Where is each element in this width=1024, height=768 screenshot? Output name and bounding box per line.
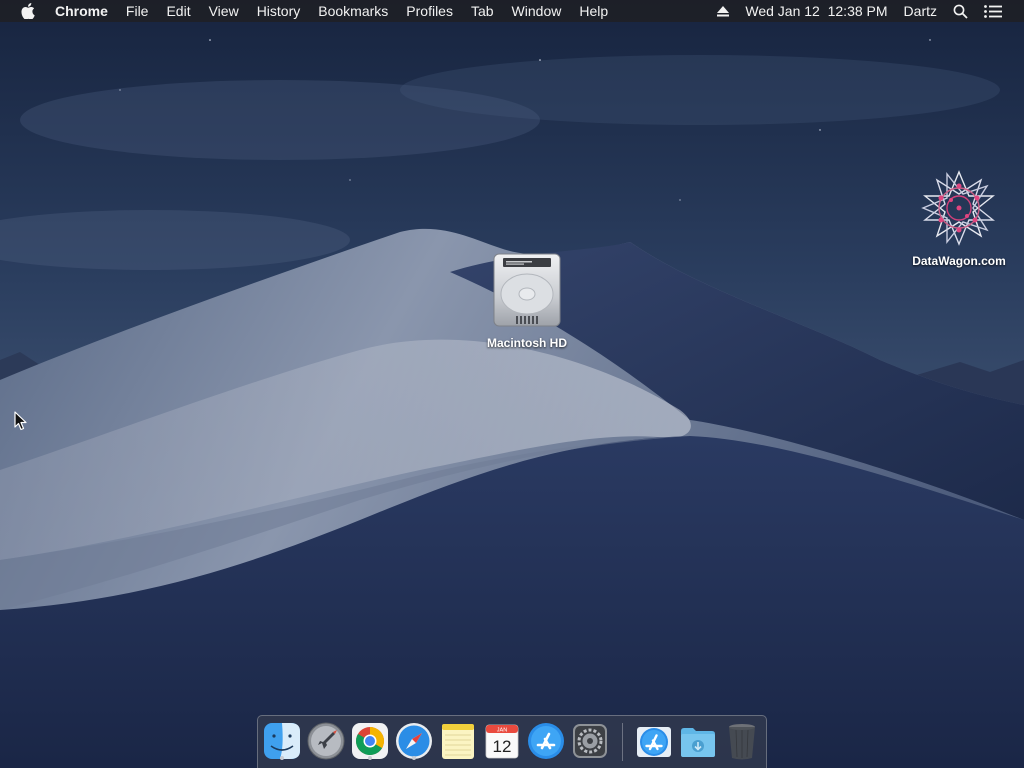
dock-item-chrome[interactable] (350, 721, 390, 761)
running-indicator (412, 756, 416, 760)
apple-menu-icon[interactable] (19, 0, 37, 22)
calendar-day: 12 (493, 737, 512, 756)
menu-file[interactable]: File (117, 0, 158, 22)
dock-separator (622, 723, 623, 761)
mouse-cursor-icon (14, 411, 27, 431)
dock-item-launchpad[interactable] (306, 721, 346, 761)
datawagon-logo-icon (921, 170, 995, 246)
desktop-icon-datawagon[interactable]: DataWagon.com (900, 168, 1018, 268)
desktop-icon-label: DataWagon.com (912, 254, 1006, 268)
dock-item-app-store[interactable] (526, 721, 566, 761)
calendar-month: JAN (497, 728, 507, 734)
finder-icon (264, 723, 300, 759)
user-name[interactable]: Dartz (896, 0, 945, 22)
menu-profiles[interactable]: Profiles (397, 0, 462, 22)
menu-edit[interactable]: Edit (157, 0, 199, 22)
menu-tab[interactable]: Tab (462, 0, 503, 22)
dock-item-safari[interactable] (394, 721, 434, 761)
menu-help[interactable]: Help (570, 0, 617, 22)
menu-bookmarks[interactable]: Bookmarks (309, 0, 397, 22)
menu-window[interactable]: Window (503, 0, 571, 22)
calendar-icon: JAN 12 (485, 724, 519, 759)
dock-item-trash[interactable] (722, 721, 762, 761)
menu-app-name[interactable]: Chrome (46, 0, 117, 22)
running-indicator (368, 756, 372, 760)
running-indicator (280, 756, 284, 760)
menu-bar: Chrome File Edit View History Bookmarks … (0, 0, 1024, 22)
dock-item-system-preferences[interactable] (570, 721, 610, 761)
notes-icon (442, 724, 474, 759)
menu-view[interactable]: View (200, 0, 248, 22)
trash-icon (729, 724, 755, 760)
app-store-icon (528, 723, 564, 759)
launchpad-icon (307, 722, 345, 760)
system-preferences-icon (573, 724, 607, 758)
menu-history[interactable]: History (248, 0, 310, 22)
dock-item-calendar[interactable]: JAN 12 (482, 721, 522, 761)
status-area: Wed Jan 12 12:38 PM Dartz (709, 0, 1024, 22)
dock-item-downloads[interactable] (678, 721, 718, 761)
hard-drive-icon (493, 253, 561, 327)
chrome-icon (352, 723, 388, 759)
eject-icon[interactable] (709, 0, 737, 22)
notification-center-icon[interactable] (976, 0, 1024, 22)
applications-folder-icon (637, 727, 671, 757)
desktop-wallpaper (0, 0, 1024, 768)
dock-item-applications[interactable] (634, 721, 674, 761)
dock-item-notes[interactable] (438, 721, 478, 761)
safari-icon (396, 723, 432, 759)
dock-item-finder[interactable] (262, 721, 302, 761)
spotlight-search-icon[interactable] (945, 0, 976, 22)
dock: JAN 12 (257, 715, 767, 768)
clock[interactable]: Wed Jan 12 12:38 PM (737, 0, 895, 22)
desktop-icon-label: Macintosh HD (486, 336, 567, 350)
desktop-icon-macintosh-hd[interactable]: Macintosh HD (472, 250, 582, 350)
downloads-folder-icon (681, 728, 715, 757)
